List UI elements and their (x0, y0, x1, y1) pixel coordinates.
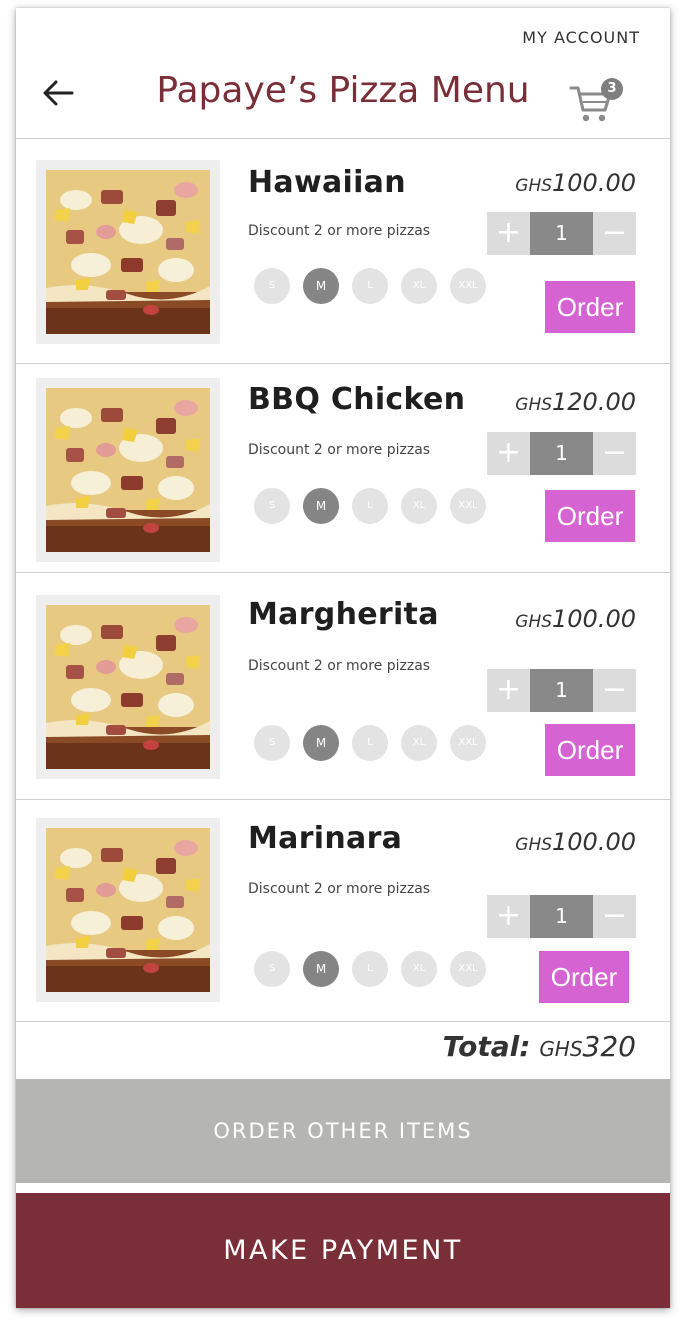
decrease-quantity-button[interactable]: − (593, 212, 636, 255)
order-button[interactable]: Order (539, 951, 629, 1003)
top-bar: MY ACCOUNT Papaye’s Pizza Menu 3 (16, 8, 670, 139)
cart-count-badge: 3 (601, 78, 623, 100)
item-discount-note: Discount 2 or more pizzas (248, 658, 431, 674)
size-option-l[interactable]: L (352, 268, 388, 304)
size-option-s[interactable]: S (254, 951, 290, 987)
size-selector: S M L XL XXL (254, 725, 486, 761)
make-payment-button[interactable]: MAKE PAYMENT (16, 1193, 670, 1308)
decrease-quantity-button[interactable]: − (593, 669, 636, 712)
price-amount: 100.00 (552, 605, 636, 633)
size-option-l[interactable]: L (352, 488, 388, 524)
size-option-xl[interactable]: XL (401, 725, 437, 761)
total-amount: 320 (582, 1030, 636, 1063)
item-name: Hawaiian (248, 165, 406, 200)
size-option-xxl[interactable]: XXL (450, 268, 486, 304)
increase-quantity-button[interactable]: + (487, 432, 530, 475)
quantity-stepper: +1− (487, 895, 636, 938)
size-option-xl[interactable]: XL (401, 268, 437, 304)
order-total: Total: GHS320 (443, 1030, 636, 1063)
order-other-items-button[interactable]: ORDER OTHER ITEMS (16, 1079, 670, 1183)
size-option-s[interactable]: S (254, 725, 290, 761)
price-amount: 120.00 (552, 388, 636, 416)
size-option-s[interactable]: S (254, 488, 290, 524)
size-option-xxl[interactable]: XXL (450, 951, 486, 987)
size-option-s[interactable]: S (254, 268, 290, 304)
size-option-m[interactable]: M (303, 725, 339, 761)
size-option-xxl[interactable]: XXL (450, 488, 486, 524)
size-option-m[interactable]: M (303, 951, 339, 987)
quantity-value: 1 (530, 669, 593, 712)
pizza-image (46, 605, 210, 769)
item-name: BBQ Chicken (248, 382, 466, 417)
item-image-frame (36, 378, 220, 562)
price-amount: 100.00 (552, 169, 636, 197)
total-currency: GHS (539, 1037, 583, 1061)
increase-quantity-button[interactable]: + (487, 212, 530, 255)
item-name: Marinara (248, 821, 403, 856)
order-button[interactable]: Order (545, 724, 635, 776)
item-price: GHS100.00 (515, 828, 636, 856)
item-price: GHS100.00 (515, 605, 636, 633)
size-option-l[interactable]: L (352, 725, 388, 761)
item-image-frame (36, 160, 220, 344)
item-discount-note: Discount 2 or more pizzas (248, 442, 431, 458)
item-discount-note: Discount 2 or more pizzas (248, 881, 431, 897)
quantity-stepper: +1− (487, 432, 636, 475)
item-image (46, 828, 210, 992)
item-image-frame (36, 595, 220, 779)
order-button[interactable]: Order (545, 281, 635, 333)
item-image (46, 170, 210, 334)
size-selector: S M L XL XXL (254, 951, 486, 987)
pizza-image (46, 828, 210, 992)
size-selector: S M L XL XXL (254, 268, 486, 304)
pizza-image (46, 170, 210, 334)
menu-list: Hawaiian GHS100.00 Discount 2 or more pizz… (16, 139, 670, 1022)
item-price: GHS120.00 (515, 388, 636, 416)
quantity-value: 1 (530, 895, 593, 938)
decrease-quantity-button[interactable]: − (593, 432, 636, 475)
size-option-xl[interactable]: XL (401, 488, 437, 524)
price-currency: GHS (515, 612, 553, 632)
quantity-value: 1 (530, 432, 593, 475)
item-image (46, 388, 210, 552)
menu-item: Hawaiian GHS100.00 Discount 2 or more pizz… (16, 139, 670, 364)
decrease-quantity-button[interactable]: − (593, 895, 636, 938)
my-account-link[interactable]: MY ACCOUNT (522, 28, 640, 47)
quantity-stepper: +1− (487, 212, 636, 255)
item-image (46, 605, 210, 769)
item-discount-note: Discount 2 or more pizzas (248, 223, 431, 239)
menu-item: BBQ Chicken GHS120.00 Discount 2 or more p… (16, 364, 670, 573)
quantity-value: 1 (530, 212, 593, 255)
price-currency: GHS (515, 395, 553, 415)
order-button[interactable]: Order (545, 490, 635, 542)
price-amount: 100.00 (552, 828, 636, 856)
pizza-image (46, 388, 210, 552)
app-screen: MY ACCOUNT Papaye’s Pizza Menu 3 Hawaiia… (16, 8, 670, 1308)
size-selector: S M L XL XXL (254, 488, 486, 524)
price-currency: GHS (515, 835, 553, 855)
quantity-stepper: +1− (487, 669, 636, 712)
menu-item: Marinara GHS100.00 Discount 2 or more pizz… (16, 800, 670, 1022)
cart-button[interactable]: 3 (569, 78, 627, 126)
item-image-frame (36, 818, 220, 1002)
item-price: GHS100.00 (515, 169, 636, 197)
increase-quantity-button[interactable]: + (487, 895, 530, 938)
total-label: Total: (442, 1030, 531, 1063)
increase-quantity-button[interactable]: + (487, 669, 530, 712)
total-row: Total: GHS320 (16, 1022, 670, 1078)
item-name: Margherita (248, 597, 439, 632)
size-option-m[interactable]: M (303, 268, 339, 304)
menu-item: Margherita GHS100.00 Discount 2 or more pi… (16, 573, 670, 800)
price-currency: GHS (515, 176, 553, 196)
size-option-l[interactable]: L (352, 951, 388, 987)
size-option-xxl[interactable]: XXL (450, 725, 486, 761)
size-option-m[interactable]: M (303, 488, 339, 524)
size-option-xl[interactable]: XL (401, 951, 437, 987)
